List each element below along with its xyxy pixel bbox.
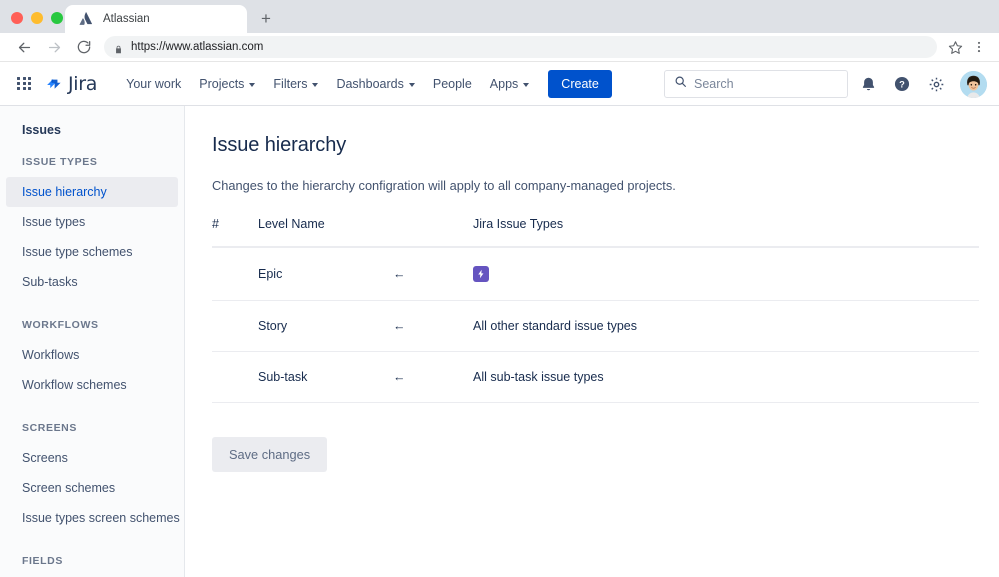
column-header-level-name: Level Name	[258, 217, 393, 247]
issue-hierarchy-table: # Level Name Jira Issue Types Epic ←	[212, 217, 979, 403]
forward-button[interactable]	[40, 33, 68, 61]
nav-item-projects[interactable]: Projects	[190, 71, 264, 97]
chevron-down-icon	[312, 83, 318, 87]
page-description: Changes to the hierarchy configration wi…	[212, 178, 979, 193]
row-issue-types: All other standard issue types	[473, 301, 979, 352]
row-level-name: Epic	[258, 247, 393, 301]
user-avatar[interactable]	[960, 71, 987, 98]
new-tab-button[interactable]: +	[257, 10, 275, 28]
main-content: Issue hierarchy Changes to the hierarchy…	[185, 106, 999, 577]
table-header-row: # Level Name Jira Issue Types	[212, 217, 979, 247]
sidebar-spacer	[0, 297, 184, 311]
row-arrow-left-icon: ←	[393, 352, 473, 403]
nav-item-apps[interactable]: Apps	[481, 71, 539, 97]
minimize-window-button[interactable]	[31, 12, 43, 24]
create-button[interactable]: Create	[548, 70, 612, 98]
search-placeholder: Search	[694, 77, 734, 91]
sidebar-item-issue-types[interactable]: Issue types	[0, 207, 184, 237]
table-row[interactable]: Epic ←	[212, 247, 979, 301]
column-header-jira-issue-types: Jira Issue Types	[473, 217, 979, 247]
jira-nav-right: Search ?	[664, 62, 987, 106]
sidebar-heading: Issues	[0, 118, 184, 142]
jira-logo[interactable]: Jira	[44, 73, 97, 95]
sidebar-item-screen-schemes[interactable]: Screen schemes	[0, 473, 184, 503]
url-bar-actions	[945, 37, 989, 57]
jira-top-navigation: Jira Your work Projects Filters Dashboar…	[0, 62, 999, 106]
row-number	[212, 301, 258, 352]
row-level-name: Sub-task	[258, 352, 393, 403]
chevron-down-icon	[523, 83, 529, 87]
bookmark-star-icon[interactable]	[945, 37, 965, 57]
table-row[interactable]: Story ← All other standard issue types	[212, 301, 979, 352]
nav-item-label: Projects	[199, 77, 244, 91]
table-row[interactable]: Sub-task ← All sub-task issue types	[212, 352, 979, 403]
browser-menu-icon[interactable]	[969, 37, 989, 57]
maximize-window-button[interactable]	[51, 12, 63, 24]
sidebar-item-issue-types-screen-schemes[interactable]: Issue types screen schemes	[0, 503, 184, 533]
url-text: https://www.atlassian.com	[131, 41, 263, 53]
window-traffic-lights	[11, 12, 63, 24]
reload-button[interactable]	[70, 33, 98, 61]
sidebar-item-workflows[interactable]: Workflows	[0, 340, 184, 370]
chevron-down-icon	[409, 83, 415, 87]
sidebar-spacer	[0, 400, 184, 414]
row-arrow-left-icon: ←	[393, 301, 473, 352]
browser-chrome: Atlassian +	[0, 0, 999, 33]
row-level-name: Story	[258, 301, 393, 352]
sidebar-group-screens: SCREENS	[0, 422, 184, 434]
chevron-down-icon	[249, 83, 255, 87]
row-number	[212, 247, 258, 301]
help-icon[interactable]: ?	[888, 70, 916, 98]
browser-url-bar: https://www.atlassian.com	[0, 33, 999, 62]
sidebar-group-workflows: WORKFLOWS	[0, 319, 184, 331]
sidebar-item-workflow-schemes[interactable]: Workflow schemes	[0, 370, 184, 400]
sidebar-item-sub-tasks[interactable]: Sub-tasks	[0, 267, 184, 297]
sidebar-group-issue-types: ISSUE TYPES	[0, 156, 184, 168]
atlassian-favicon-icon	[79, 12, 93, 26]
nav-item-people[interactable]: People	[424, 71, 481, 97]
nav-item-label: People	[433, 77, 472, 91]
settings-gear-icon[interactable]	[922, 70, 950, 98]
notifications-bell-icon[interactable]	[854, 70, 882, 98]
sidebar-spacer	[0, 533, 184, 547]
back-button[interactable]	[10, 33, 38, 61]
row-issue-types: All sub-task issue types	[473, 352, 979, 403]
svg-text:?: ?	[899, 79, 905, 89]
lock-icon	[114, 42, 123, 53]
row-issue-types	[473, 247, 979, 301]
column-header-number: #	[212, 217, 258, 247]
nav-item-label: Dashboards	[336, 77, 403, 91]
row-arrow-left-icon: ←	[393, 247, 473, 301]
nav-item-label: Apps	[490, 77, 519, 91]
nav-item-label: Filters	[273, 77, 307, 91]
sidebar-group-fields: FIELDS	[0, 555, 184, 567]
sidebar-item-issue-type-schemes[interactable]: Issue type schemes	[0, 237, 184, 267]
nav-item-label: Your work	[126, 77, 181, 91]
epic-lightning-icon[interactable]	[473, 266, 489, 282]
jira-logo-icon	[44, 74, 64, 94]
url-input[interactable]: https://www.atlassian.com	[104, 36, 937, 58]
search-input[interactable]: Search	[664, 70, 848, 98]
row-number	[212, 352, 258, 403]
browser-tab[interactable]: Atlassian	[65, 5, 247, 33]
nav-item-filters[interactable]: Filters	[264, 71, 327, 97]
page-body: Issues ISSUE TYPES Issue hierarchy Issue…	[0, 106, 999, 577]
nav-item-your-work[interactable]: Your work	[117, 71, 190, 97]
search-icon	[674, 75, 687, 93]
jira-nav-items: Your work Projects Filters Dashboards Pe…	[117, 70, 612, 98]
close-window-button[interactable]	[11, 12, 23, 24]
app-switcher-icon[interactable]	[12, 72, 36, 96]
column-header-spacer	[393, 217, 473, 247]
sidebar-item-issue-hierarchy[interactable]: Issue hierarchy	[6, 177, 178, 207]
page-title: Issue hierarchy	[212, 134, 979, 157]
browser-tab-title: Atlassian	[103, 13, 150, 25]
jira-logo-text: Jira	[68, 73, 97, 95]
sidebar-item-screens[interactable]: Screens	[0, 443, 184, 473]
nav-item-dashboards[interactable]: Dashboards	[327, 71, 423, 97]
settings-sidebar: Issues ISSUE TYPES Issue hierarchy Issue…	[0, 106, 185, 577]
save-changes-button[interactable]: Save changes	[212, 437, 327, 472]
